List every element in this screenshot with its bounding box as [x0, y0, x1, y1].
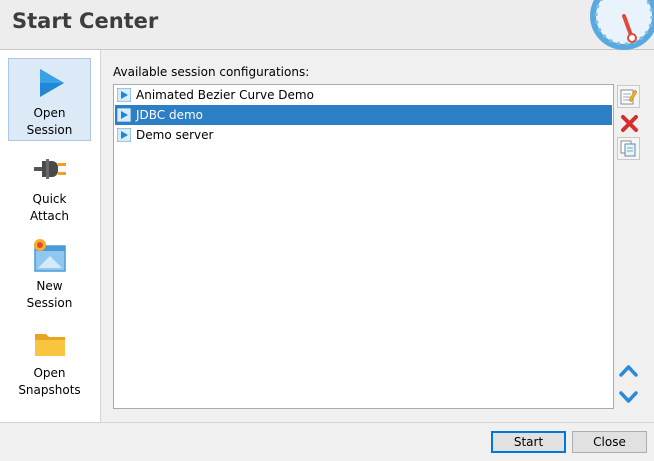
- sidebar-item-label: Open Snapshots: [18, 366, 81, 397]
- session-play-icon: [117, 108, 131, 122]
- session-play-icon: [117, 128, 131, 142]
- session-label: Animated Bezier Curve Demo: [136, 88, 314, 102]
- sidebar-item-quick-attach[interactable]: Quick Attach: [8, 145, 91, 228]
- copy-button[interactable]: [617, 137, 640, 160]
- session-list-label: Available session configurations:: [113, 65, 310, 79]
- sidebar-item-open-snapshots[interactable]: Open Snapshots: [8, 319, 91, 402]
- session-list[interactable]: Animated Bezier Curve Demo JDBC demo Dem…: [113, 84, 614, 409]
- sidebar-item-label: Open Session: [26, 106, 73, 137]
- play-icon: [39, 69, 64, 97]
- folder-icon: [34, 334, 65, 356]
- new-session-icon: [33, 239, 66, 272]
- copy-icon: [620, 140, 636, 157]
- header: Start Center: [0, 0, 654, 50]
- session-play-icon: [117, 88, 131, 102]
- gauge-logo-icon: [590, 0, 654, 50]
- session-label: JDBC demo: [136, 108, 204, 122]
- sidebar-item-label: New Session: [26, 279, 73, 310]
- start-button[interactable]: Start: [491, 431, 566, 453]
- edit-icon: [620, 89, 637, 105]
- list-item[interactable]: Animated Bezier Curve Demo: [115, 85, 612, 105]
- edit-button[interactable]: [617, 85, 640, 108]
- sidebar-item-new-session[interactable]: New Session: [8, 232, 91, 315]
- sidebar-item-open-session[interactable]: Open Session: [8, 58, 91, 141]
- delete-button[interactable]: [617, 111, 640, 134]
- list-item[interactable]: Demo server: [115, 125, 612, 145]
- delete-icon: [621, 115, 638, 132]
- list-item[interactable]: JDBC demo: [115, 105, 612, 125]
- move-up-icon[interactable]: [617, 360, 640, 383]
- window-title: Start Center: [12, 9, 159, 33]
- close-button[interactable]: Close: [572, 431, 647, 453]
- sidebar-item-label: Quick Attach: [30, 192, 69, 223]
- session-label: Demo server: [136, 128, 214, 142]
- plug-icon: [33, 159, 66, 179]
- move-down-icon[interactable]: [617, 385, 640, 408]
- sidebar: Open Session Quick Attach New Session Op…: [0, 50, 101, 422]
